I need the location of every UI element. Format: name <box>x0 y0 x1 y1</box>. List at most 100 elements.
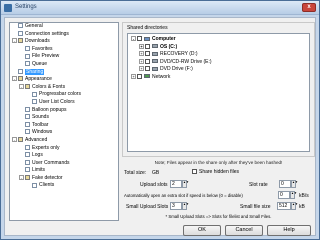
group-title: Shared directories <box>127 25 168 31</box>
sidebar-item-queue[interactable]: Queue <box>10 61 118 69</box>
page-icon <box>25 106 30 112</box>
sidebar-item-advanced[interactable]: - Advanced <box>10 137 118 145</box>
upload-slots-input[interactable]: 2 <box>170 180 182 188</box>
sidebar-item-colors-fonts[interactable]: - Colors & Fonts <box>10 84 118 92</box>
sidebar-item-connection-settings[interactable]: Connection settings <box>10 31 118 39</box>
sidebar-item-logs[interactable]: Logs <box>10 152 118 160</box>
slot-rate-spinner[interactable]: ▲▼ <box>291 180 298 188</box>
sidebar-item-label: Windows <box>32 129 53 136</box>
dir-label: DVD/CD-RW Drive (E:) <box>160 58 212 65</box>
sidebar-item-label: Clients <box>39 182 55 189</box>
upload-slots-label: Upload slots <box>140 182 168 188</box>
sidebar-item-experts-only[interactable]: Experts only <box>10 145 118 153</box>
sidebar-item-limits[interactable]: Limits <box>10 167 118 175</box>
total-size-label: Total size: <box>124 170 147 176</box>
share-checkbox[interactable] <box>145 51 150 57</box>
sidebar-item-label: Sounds <box>32 114 49 121</box>
expand-toggle-icon[interactable]: - <box>12 137 17 143</box>
folder-icon <box>25 175 30 181</box>
auto-open-spinner[interactable]: ▲▼ <box>290 191 297 199</box>
small-file-size-unit: kB <box>299 204 305 210</box>
expand-toggle-icon[interactable]: + <box>139 58 144 64</box>
slot-rate-label: Slot rate <box>249 182 268 188</box>
sidebar-item-sounds[interactable]: Sounds <box>10 114 118 122</box>
client-area: General Connection settings - Downloads Favo… <box>4 17 316 236</box>
settings-tree[interactable]: General Connection settings - Downloads Favo… <box>9 22 119 221</box>
dir-item-drive[interactable]: + DVD/CD-RW Drive (E:) <box>139 59 212 66</box>
help-button[interactable]: Help <box>267 225 311 236</box>
sidebar-item-label: Fake detector <box>32 174 63 181</box>
sidebar-item-label: Experts only <box>32 144 60 151</box>
page-icon <box>18 30 23 36</box>
sidebar-item-general[interactable]: General <box>10 23 118 31</box>
share-checkbox[interactable] <box>145 58 150 64</box>
sidebar-item-balloon-popups[interactable]: Balloon popups <box>10 107 118 115</box>
share-checkbox[interactable] <box>145 43 150 49</box>
sidebar-item-user-list-colors[interactable]: User List Colors <box>10 99 118 107</box>
dir-item-drive[interactable]: + OS (C:) <box>139 44 177 51</box>
sidebar-item-label: Balloon popups <box>32 106 67 113</box>
page-icon <box>18 23 23 29</box>
expand-toggle-icon[interactable]: + <box>139 43 144 49</box>
shared-directories-group: Shared directories - Computer + OS (C:) + REC… <box>122 22 315 157</box>
small-slots-spinner[interactable]: ▲▼ <box>182 202 189 210</box>
expand-toggle-icon[interactable]: - <box>12 38 17 44</box>
cancel-button[interactable]: Cancel <box>225 225 263 236</box>
expand-toggle-icon[interactable]: + <box>139 51 144 57</box>
sidebar-item-toolbar[interactable]: Toolbar <box>10 122 118 130</box>
shared-directories-tree[interactable]: - Computer + OS (C:) + RECOVERY (D:) + DVD/CD-R… <box>127 33 310 152</box>
computer-icon <box>144 36 150 41</box>
ok-button[interactable]: OK <box>183 225 221 236</box>
sidebar-item-label: User Commands <box>32 159 70 166</box>
slot-rate-input[interactable]: 0 <box>279 180 291 188</box>
expand-toggle-icon[interactable]: - <box>19 175 24 181</box>
share-hidden-files[interactable]: Share hidden files <box>192 169 239 175</box>
sidebar-item-label: Advanced <box>25 136 48 143</box>
share-checkbox[interactable] <box>145 66 150 72</box>
auto-open-input[interactable]: 0 <box>278 191 290 199</box>
share-checkbox[interactable] <box>137 36 142 42</box>
drive-icon <box>152 51 158 56</box>
sidebar-item-file-preview[interactable]: File Preview <box>10 53 118 61</box>
sharing-page: Shared directories - Computer + OS (C:) + REC… <box>122 22 315 221</box>
dir-item-computer[interactable]: - Computer <box>131 36 176 43</box>
share-hidden-checkbox[interactable] <box>192 169 197 175</box>
expand-toggle-icon[interactable]: - <box>131 36 136 42</box>
expand-toggle-icon[interactable]: - <box>12 76 17 82</box>
sidebar-item-user-commands[interactable]: User Commands <box>10 160 118 168</box>
dir-item-network[interactable]: + Network <box>131 74 170 81</box>
sidebar-item-label: General <box>25 23 43 29</box>
share-checkbox[interactable] <box>137 73 142 79</box>
small-file-size-label: Small file size <box>240 204 271 210</box>
sidebar-item-favorites[interactable]: Favorites <box>10 46 118 54</box>
sidebar-item-label: Toolbar <box>32 121 49 128</box>
sidebar-item-downloads[interactable]: - Downloads <box>10 38 118 46</box>
sidebar-item-label: Logs <box>32 152 43 159</box>
dir-item-drive[interactable]: + RECOVERY (D:) <box>139 51 198 58</box>
small-slots-input[interactable]: 3 <box>170 202 182 210</box>
sidebar-item-label: Limits <box>32 167 46 174</box>
sidebar-item-fake-detector[interactable]: - Fake detector <box>10 175 118 183</box>
upload-slots-spinner[interactable]: ▲▼ <box>182 180 189 188</box>
expand-toggle-icon[interactable]: + <box>139 66 144 72</box>
dir-item-drive[interactable]: + DVD Drive (F:) <box>139 66 193 73</box>
sidebar-item-sharing[interactable]: Sharing <box>10 68 118 77</box>
small-file-size-spinner[interactable]: ▲▼ <box>291 202 298 210</box>
page-icon <box>32 182 37 188</box>
hashing-note: Note; Files appear in the share only aft… <box>154 160 283 165</box>
auto-open-label: Automatically open an extra slot if spee… <box>124 193 243 198</box>
sidebar-item-appearance[interactable]: - Appearance <box>10 76 118 84</box>
page-icon <box>25 144 30 150</box>
expand-toggle-icon[interactable]: + <box>131 73 136 79</box>
sidebar-item-clients[interactable]: Clients <box>10 182 118 190</box>
small-file-size-input[interactable]: 512 <box>277 202 291 210</box>
dir-label: Computer <box>152 36 176 42</box>
sidebar-item-progressbar-colors[interactable]: Progressbar colors <box>10 91 118 99</box>
close-button[interactable]: x <box>302 3 316 12</box>
expand-toggle-icon[interactable]: - <box>19 83 24 89</box>
sidebar-item-windows[interactable]: Windows <box>10 129 118 137</box>
title-bar[interactable]: Settings x <box>1 1 319 15</box>
page-icon <box>25 45 30 51</box>
sidebar-item-label: Colors & Fonts <box>32 83 66 90</box>
sidebar-item-label: Connection settings <box>25 30 69 37</box>
